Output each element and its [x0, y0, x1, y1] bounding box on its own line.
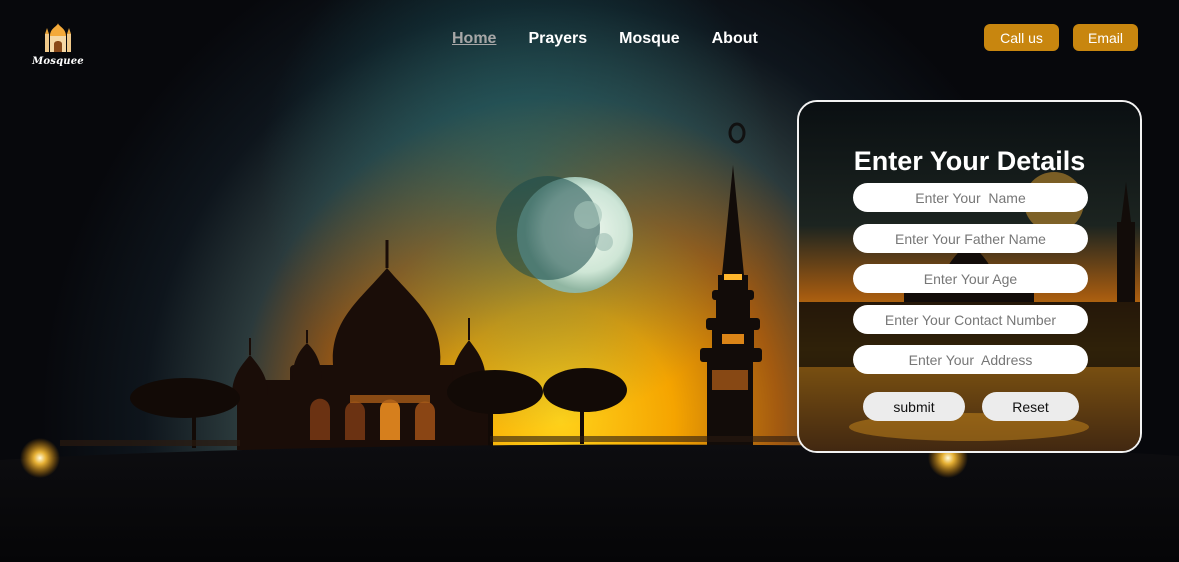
nav-about[interactable]: About — [712, 30, 758, 48]
contact-number-input[interactable] — [853, 305, 1088, 334]
brand-name: Mosquee — [32, 56, 84, 67]
mosque-icon — [45, 23, 71, 52]
nav-home[interactable]: Home — [452, 30, 496, 48]
main-nav: Home Prayers Mosque About — [452, 30, 790, 48]
email-button[interactable]: Email — [1073, 24, 1138, 51]
brand-logo[interactable]: Mosquee — [30, 20, 86, 67]
age-input[interactable] — [853, 264, 1088, 293]
details-form-card: Enter Your Details submit Reset — [797, 100, 1142, 453]
address-input[interactable] — [853, 345, 1088, 374]
submit-button[interactable]: submit — [863, 392, 965, 421]
nav-prayers[interactable]: Prayers — [528, 30, 587, 48]
name-input[interactable] — [853, 183, 1088, 212]
form-title: Enter Your Details — [853, 146, 1086, 176]
nav-mosque[interactable]: Mosque — [619, 30, 679, 48]
father-name-input[interactable] — [853, 224, 1088, 253]
call-us-button[interactable]: Call us — [984, 24, 1059, 51]
reset-button[interactable]: Reset — [982, 392, 1079, 421]
